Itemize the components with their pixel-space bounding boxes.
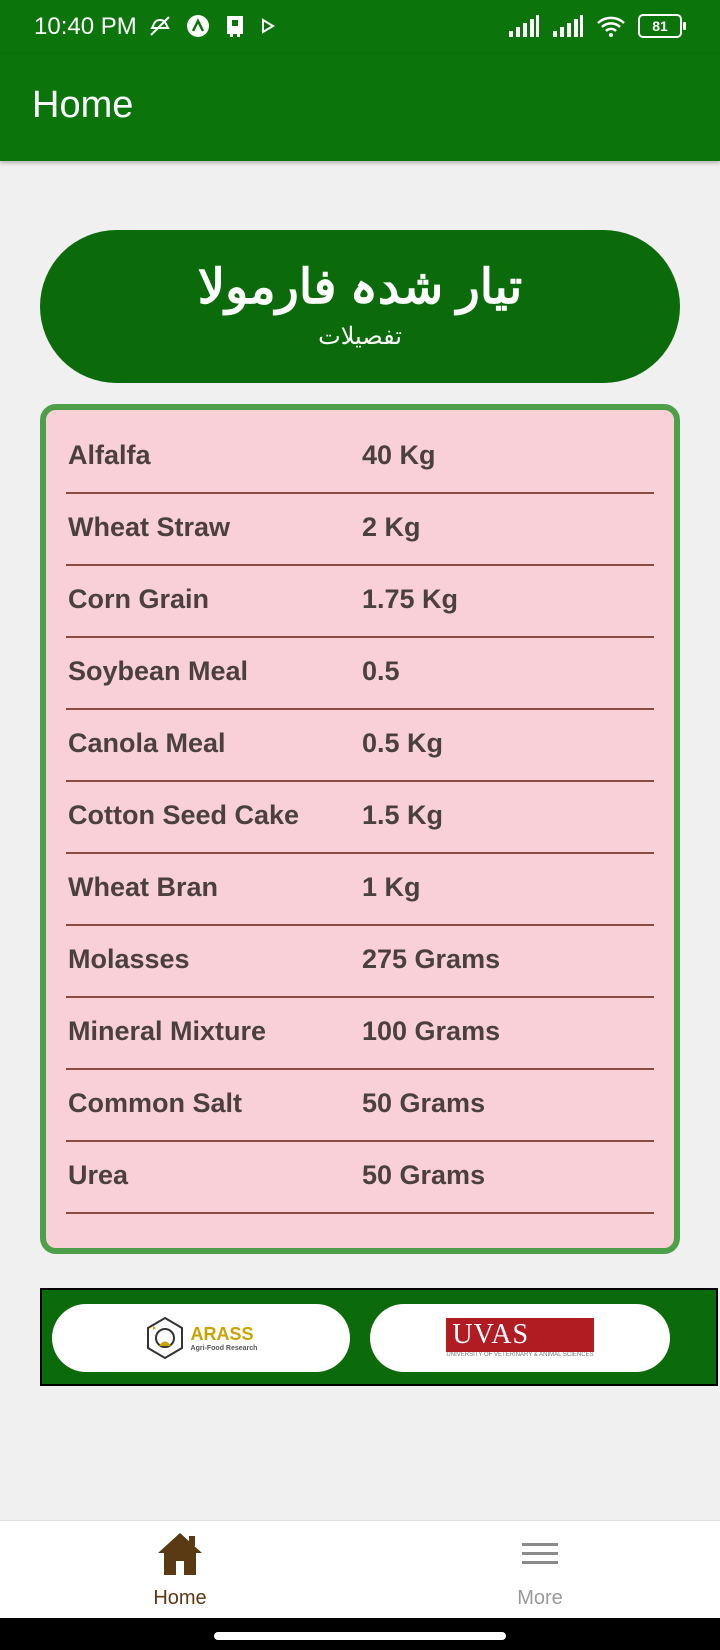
ingredient-qty: 100 Grams bbox=[362, 1016, 501, 1046]
ingredient-name: Soybean Meal bbox=[68, 656, 249, 686]
ingredient-qty: 1.5 Kg bbox=[362, 800, 444, 830]
arass-logo-button[interactable]: ARASS Agri-Food Research bbox=[52, 1304, 350, 1372]
status-time: 10:40 PM bbox=[34, 13, 137, 40]
bottom-navigation: Home More bbox=[0, 1520, 720, 1619]
uvas-logo-subtitle: UNIVERSITY OF VETERINARY & ANIMAL SCIENC… bbox=[446, 1352, 594, 1358]
ingredient-name: Wheat Straw bbox=[68, 512, 231, 542]
table-row: Urea 50 Grams bbox=[66, 1142, 654, 1214]
signal-icon-2 bbox=[553, 15, 583, 37]
nav-more-tab[interactable]: More bbox=[440, 1531, 640, 1610]
ingredient-name: Alfalfa bbox=[68, 440, 151, 470]
table-row: Cotton Seed Cake 1.5 Kg bbox=[66, 782, 654, 854]
ingredient-name: Urea bbox=[68, 1160, 129, 1190]
formula-title: تیار شدہ فارمولا bbox=[197, 261, 523, 314]
app-bar: Home bbox=[0, 54, 720, 161]
uvas-logo: UVAS UNIVERSITY OF VETERINARY & ANIMAL S… bbox=[446, 1318, 594, 1358]
play-icon bbox=[262, 18, 275, 34]
partner-logos: ARASS Agri-Food Research UVAS UNIVERSITY… bbox=[40, 1288, 718, 1386]
ingredient-name: Cotton Seed Cake bbox=[68, 800, 300, 830]
ingredient-qty: 2 Kg bbox=[362, 512, 421, 542]
wifi-icon bbox=[597, 16, 625, 37]
table-row: Corn Grain 1.75 Kg bbox=[66, 566, 654, 638]
table-row: Wheat Straw 2 Kg bbox=[66, 494, 654, 566]
arass-logo-text: ARASS Agri-Food Research bbox=[190, 1324, 258, 1352]
table-row: Common Salt 50 Grams bbox=[66, 1070, 654, 1142]
app-notification-icon bbox=[187, 15, 209, 37]
ingredient-qty: 0.5 Kg bbox=[362, 728, 444, 758]
ingredient-name: Mineral Mixture bbox=[68, 1016, 267, 1046]
sim-icon bbox=[227, 16, 243, 37]
ingredient-qty: 1.75 Kg bbox=[362, 584, 459, 614]
app-bar-title: Home bbox=[32, 84, 134, 126]
arass-emblem-icon bbox=[146, 1316, 183, 1360]
ingredient-name: Canola Meal bbox=[68, 728, 226, 758]
table-row: Molasses 275 Grams bbox=[66, 926, 654, 998]
status-icons-right: 81 bbox=[508, 14, 686, 38]
status-icons-left bbox=[148, 14, 276, 38]
table-row: Soybean Meal 0.5 bbox=[66, 638, 654, 710]
nav-home-tab[interactable]: Home bbox=[80, 1531, 280, 1610]
home-icon bbox=[158, 1533, 202, 1575]
signal-icon bbox=[509, 15, 539, 37]
ingredient-name: Corn Grain bbox=[68, 584, 210, 614]
ingredients-table: Alfalfa 40 Kg Wheat Straw 2 Kg Corn Grai… bbox=[40, 404, 680, 1254]
status-bar: 10:40 PM 81 bbox=[0, 0, 720, 54]
ingredient-name: Common Salt bbox=[68, 1088, 243, 1118]
ingredient-qty: 0.5 bbox=[362, 656, 400, 686]
table-row: Alfalfa 40 Kg bbox=[66, 422, 654, 494]
nav-home-label: Home bbox=[153, 1587, 207, 1609]
formula-header: تیار شدہ فارمولا تفصیلات bbox=[40, 230, 680, 383]
table-row: Mineral Mixture 100 Grams bbox=[66, 998, 654, 1070]
table-row: Canola Meal 0.5 Kg bbox=[66, 710, 654, 782]
gesture-bar bbox=[0, 1618, 720, 1650]
ingredient-name: Molasses bbox=[68, 944, 190, 974]
mute-icon bbox=[150, 16, 170, 36]
table-row: Wheat Bran 1 Kg bbox=[66, 854, 654, 926]
battery-icon: 81 bbox=[638, 14, 686, 38]
gesture-handle[interactable] bbox=[214, 1632, 506, 1640]
ingredient-qty: 40 Kg bbox=[362, 440, 436, 470]
ingredient-qty: 50 Grams bbox=[362, 1160, 486, 1190]
uvas-logo-button[interactable]: UVAS UNIVERSITY OF VETERINARY & ANIMAL S… bbox=[370, 1304, 670, 1372]
ingredient-qty: 50 Grams bbox=[362, 1088, 486, 1118]
nav-more-label: More bbox=[517, 1587, 563, 1609]
ingredient-name: Wheat Bran bbox=[68, 872, 219, 902]
ingredient-qty: 1 Kg bbox=[362, 872, 421, 902]
menu-icon bbox=[522, 1543, 558, 1564]
uvas-logo-text: UVAS bbox=[446, 1318, 594, 1352]
ingredient-qty: 275 Grams bbox=[362, 944, 501, 974]
formula-subtitle: تفصیلات bbox=[318, 323, 402, 350]
